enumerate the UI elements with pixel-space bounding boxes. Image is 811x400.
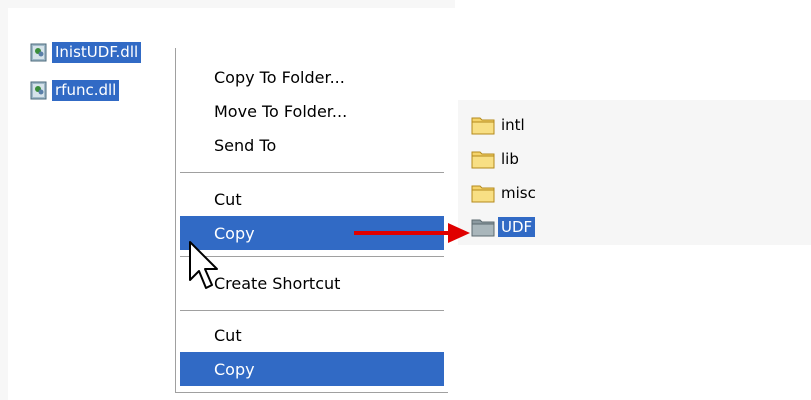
menu-item-move-to-folder[interactable]: Move To Folder... [180,94,444,128]
menu-separator [180,172,444,173]
dll-file-icon [30,80,50,100]
folder-item-lib[interactable]: lib [470,146,522,172]
folder-gray-icon [470,216,498,238]
menu-item-cut-2[interactable]: Cut [180,318,444,352]
folder-icon [470,114,498,136]
folder-icon [470,182,498,204]
folder-name: lib [501,150,519,168]
folder-icon [470,148,498,170]
file-name: InistUDF.dll [52,41,142,63]
file-name: rfunc.dll [52,79,120,101]
folder-name: UDF [498,217,536,237]
mouse-pointer-icon [189,241,218,289]
menu-separator [180,310,444,311]
folder-name: misc [501,184,536,202]
menu-item-cut[interactable]: Cut [180,182,444,216]
folder-item-udf[interactable]: UDF [470,214,536,240]
file-item-rfunc[interactable]: rfunc.dll [30,78,120,102]
red-arrow-icon [354,223,470,243]
folder-name: intl [501,116,525,134]
menu-item-send-to[interactable]: Send To [180,128,444,162]
dll-file-icon [30,42,50,62]
folder-item-misc[interactable]: misc [470,180,539,206]
folder-item-intl[interactable]: intl [470,112,528,138]
menu-item-copy-to-folder[interactable]: Copy To Folder... [180,60,444,94]
file-item-inistudf[interactable]: InistUDF.dll [30,40,142,64]
menu-item-copy-2[interactable]: Copy [180,352,444,386]
